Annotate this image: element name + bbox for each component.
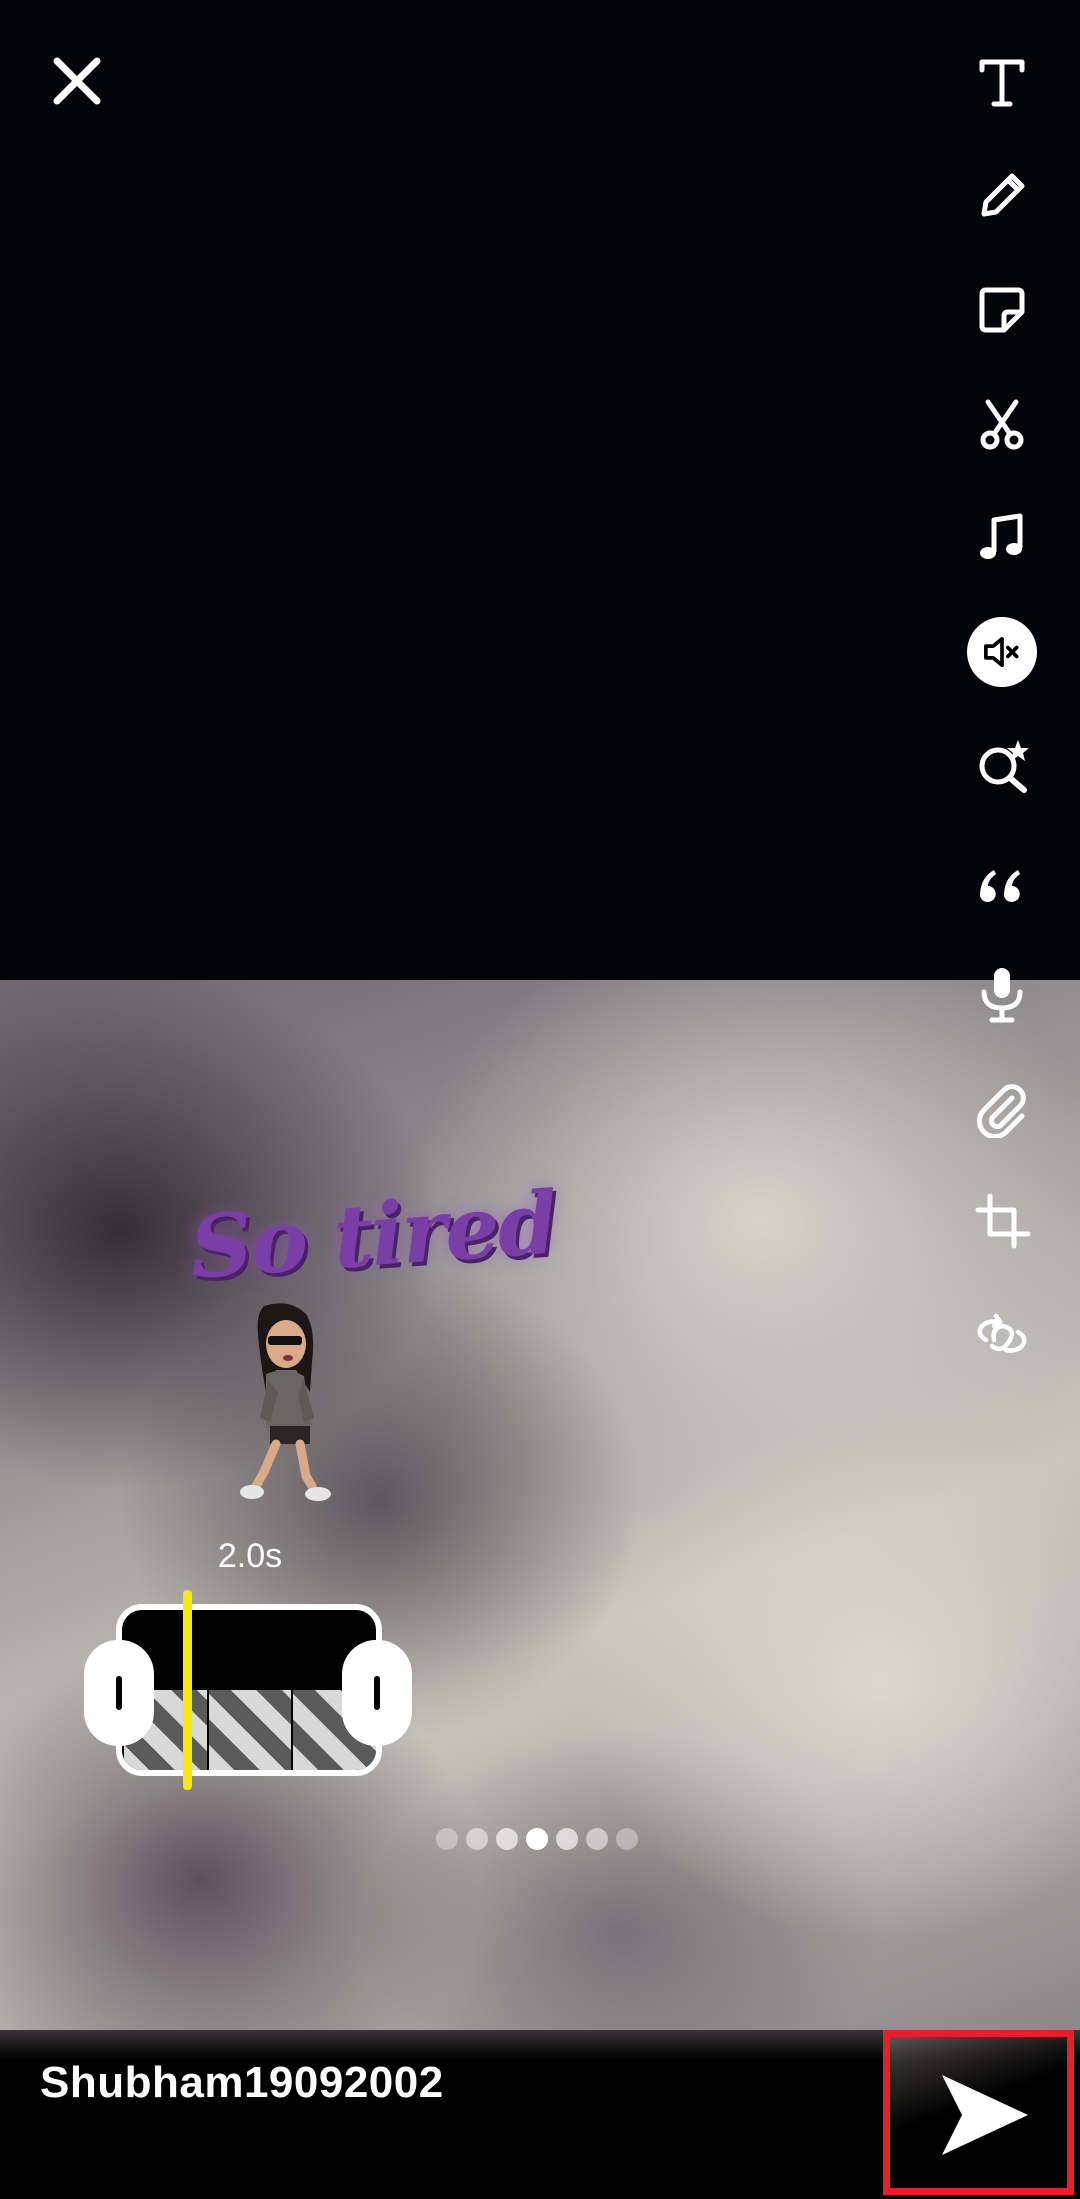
crop-tool-button[interactable] (952, 1180, 1052, 1264)
trim-playhead[interactable] (183, 1590, 192, 1790)
username-label: Shubham19092002 (40, 2058, 444, 2107)
text-tool-button[interactable] (952, 40, 1052, 124)
music-note-icon (980, 513, 1023, 559)
crop-icon (975, 1193, 1031, 1249)
page-dot[interactable] (586, 1828, 608, 1850)
grip-icon (116, 1676, 122, 1710)
trim-duration-label: 2.0s (217, 1537, 283, 1575)
lens-tool-button[interactable] (952, 724, 1052, 808)
quote-tool-button[interactable] (952, 838, 1052, 922)
paperclip-icon (976, 1084, 1026, 1138)
lens-search-star-icon (979, 740, 1029, 793)
speaker-mute-icon (984, 636, 1019, 668)
page-indicator (436, 1828, 638, 1850)
voice-tool-button[interactable] (952, 952, 1052, 1036)
attach-tool-button[interactable] (952, 1066, 1052, 1150)
send-arrow-icon (941, 2074, 1028, 2155)
page-dot[interactable] (496, 1828, 518, 1850)
sticker-icon (979, 287, 1025, 333)
trim-thumbnail (206, 1690, 292, 1770)
quote-icon (980, 870, 1020, 902)
scissors-icon (980, 399, 1024, 450)
mute-tool-button[interactable] (952, 610, 1052, 694)
loop-icon (977, 1313, 1027, 1353)
bitmoji-sticker[interactable] (220, 1300, 360, 1510)
sticker-tool-button[interactable] (952, 268, 1052, 352)
page-dot[interactable] (466, 1828, 488, 1850)
music-tool-button[interactable] (952, 496, 1052, 580)
snap-editor-screen: So tired 2.0s Shubham19092002 (0, 0, 1080, 2199)
microphone-icon (981, 968, 1023, 1023)
top-black-area (0, 0, 1080, 980)
page-dot-active[interactable] (526, 1828, 548, 1850)
draw-tool-button[interactable] (952, 154, 1052, 238)
send-button[interactable] (883, 2030, 1074, 2195)
mute-toggle (967, 617, 1037, 687)
pencil-icon (981, 173, 1025, 217)
page-dot[interactable] (436, 1828, 458, 1850)
close-button[interactable] (40, 44, 114, 118)
loop-tool-button[interactable] (952, 1294, 1052, 1378)
close-icon (53, 57, 101, 105)
trim-handle-right[interactable] (342, 1640, 412, 1746)
text-icon (979, 59, 1025, 107)
grip-icon (374, 1676, 380, 1710)
media-preview[interactable] (0, 980, 1080, 2030)
page-dot[interactable] (616, 1828, 638, 1850)
page-dot[interactable] (556, 1828, 578, 1850)
trim-handle-left[interactable] (84, 1640, 154, 1746)
trim-thumbnails (122, 1690, 376, 1770)
scissors-tool-button[interactable] (952, 382, 1052, 466)
